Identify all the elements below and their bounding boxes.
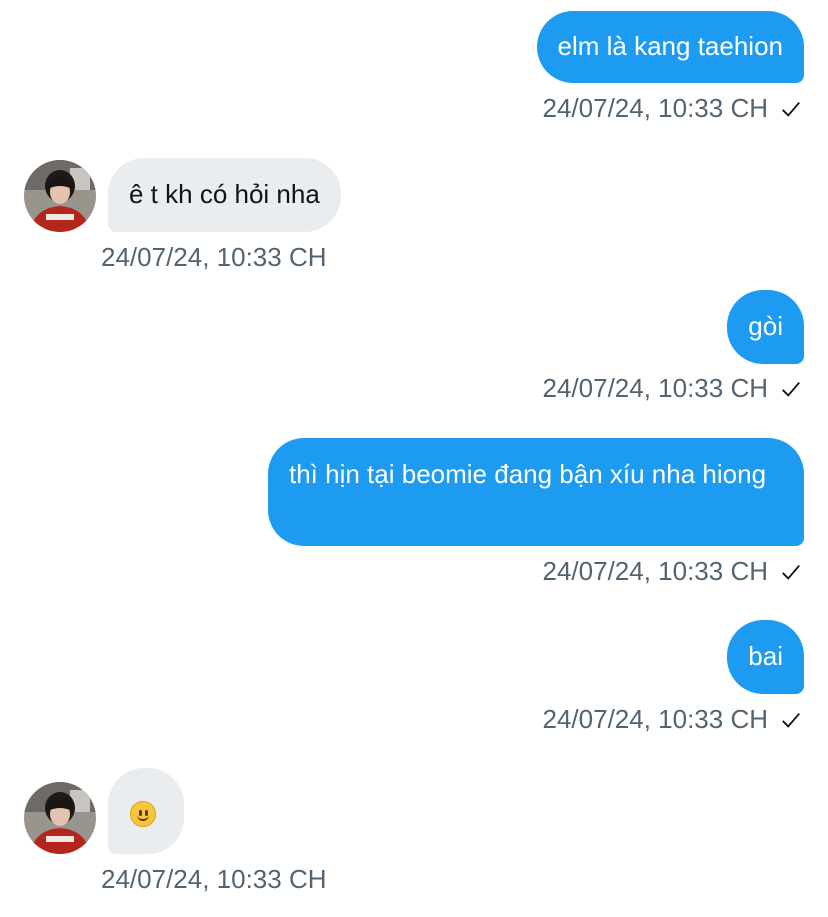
outgoing-message-bubble[interactable]: thì hịn tại beomie đang bận xíu nha hion… <box>268 438 804 546</box>
checkmark-icon <box>782 101 800 117</box>
message-text: gòi <box>748 311 783 341</box>
checkmark-icon <box>782 712 800 728</box>
outgoing-message-bubble[interactable]: elm là kang taehion <box>536 11 804 83</box>
outgoing-message-bubble[interactable]: gòi <box>727 290 804 364</box>
message-timestamp: 24/07/24, 10:33 CH <box>543 373 803 403</box>
avatar-image <box>24 782 96 854</box>
message-text: thì hịn tại beomie đang bận xíu nha hion… <box>289 459 767 489</box>
message-text: elm là kang taehion <box>557 31 783 61</box>
avatar[interactable] <box>24 160 96 232</box>
message-timestamp: 24/07/24, 10:33 CH <box>543 704 803 734</box>
message-text: ê t kh có hỏi nha <box>129 179 320 209</box>
message-timestamp: 24/07/24, 10:33 CH <box>543 556 803 586</box>
outgoing-message-bubble[interactable]: bai <box>727 620 804 694</box>
slightly-smiling-face-icon <box>130 801 156 827</box>
message-text: bai <box>748 641 783 671</box>
message-timestamp: 24/07/24, 10:33 CH <box>543 93 803 123</box>
message-timestamp: 24/07/24, 10:33 CH <box>101 864 327 894</box>
chat-thread: elm là kang taehion 24/07/24, 10:33 CH ê… <box>0 0 828 917</box>
checkmark-icon <box>782 564 800 580</box>
message-timestamp: 24/07/24, 10:33 CH <box>101 242 327 272</box>
avatar[interactable] <box>24 782 96 854</box>
avatar-image <box>24 160 96 232</box>
incoming-message-bubble[interactable]: ê t kh có hỏi nha <box>108 158 341 232</box>
checkmark-icon <box>782 381 800 397</box>
